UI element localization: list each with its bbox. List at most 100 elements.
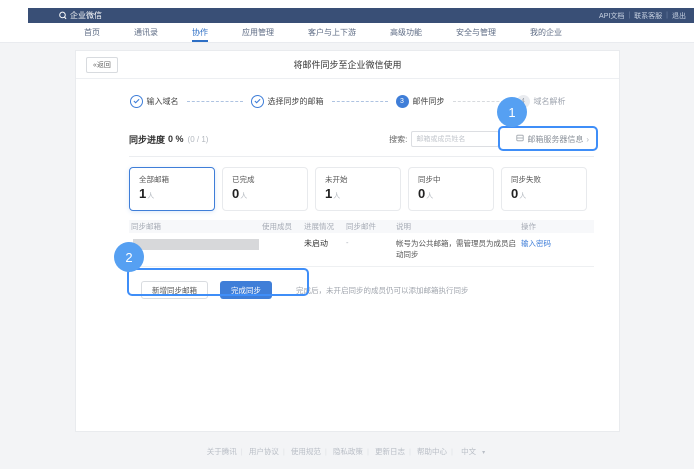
- footer-link-privacy-policy[interactable]: 隐私政策: [333, 447, 363, 456]
- member-cell: [262, 238, 304, 260]
- col-header-member: 使用成员: [262, 221, 304, 232]
- logout-link[interactable]: 退出: [672, 11, 686, 21]
- mail-server-info-link[interactable]: 邮箱服务器信息 ›: [511, 130, 594, 149]
- step-connector: [453, 101, 509, 102]
- mailbox-table: 同步邮箱 使用成员 进展情况 同步邮件 说明 操作 未启动 - 帐号为公共邮箱，…: [129, 220, 594, 267]
- stat-label: 已完成: [232, 174, 307, 185]
- content-card: «返回 将邮件同步至企业微信使用 输入域名 选择同步的邮箱 3 邮件同步: [75, 50, 620, 432]
- stat-value: 0: [418, 186, 425, 201]
- footer: 关于腾讯| 用户协议| 使用规范| 隐私政策| 更新日志| 帮助中心| 中文 ▾: [0, 446, 694, 457]
- table-header-row: 同步邮箱 使用成员 进展情况 同步邮件 说明 操作: [129, 220, 594, 233]
- stat-value: 0: [232, 186, 239, 201]
- stat-unit: 人: [240, 193, 247, 200]
- chevron-right-icon: ›: [586, 135, 589, 144]
- check-circle-icon: [251, 95, 264, 108]
- stat-card-syncing[interactable]: 同步中 0人: [408, 167, 494, 211]
- col-header-status: 进展情况: [304, 221, 346, 232]
- stat-label: 同步中: [418, 174, 493, 185]
- step-domain-resolution: 4 域名解析: [517, 95, 566, 108]
- footer-link-about[interactable]: 关于腾讯: [207, 447, 237, 456]
- api-docs-link[interactable]: API文档: [599, 11, 624, 21]
- chevron-down-icon: ▾: [482, 450, 485, 456]
- tab-security-management[interactable]: 安全与管理: [456, 23, 496, 42]
- actions-hint-text: 完成后，未开启同步的成员仍可以添加邮箱执行同步: [296, 285, 469, 296]
- stat-value: 0: [511, 186, 518, 201]
- sync-progress-label: 同步进度: [129, 133, 165, 146]
- step-wizard: 输入域名 选择同步的邮箱 3 邮件同步 4 域名解析: [76, 79, 619, 123]
- stat-label: 全部邮箱: [139, 174, 214, 185]
- step-select-mailbox: 选择同步的邮箱: [251, 95, 324, 108]
- language-selector[interactable]: 中文 ▾: [459, 447, 487, 456]
- stat-card-all-mailboxes[interactable]: 全部邮箱 1人: [129, 167, 215, 211]
- synced-mail-cell: -: [346, 238, 396, 260]
- stat-card-completed[interactable]: 已完成 0人: [222, 167, 308, 211]
- tab-collaboration[interactable]: 协作: [192, 23, 208, 42]
- note-cell: 帐号为公共邮箱，需管理员为成员启动同步: [396, 238, 521, 260]
- card-header: «返回 将邮件同步至企业微信使用: [76, 51, 619, 79]
- topbar-links: API文档 | 联系客服 | 退出: [599, 11, 686, 21]
- stat-label: 同步失败: [511, 174, 586, 185]
- step-number-icon: 4: [517, 95, 530, 108]
- sync-progress-percent: 0 %: [168, 134, 184, 144]
- table-row: 未启动 - 帐号为公共邮箱，需管理员为成员启动同步 输入密码: [129, 233, 594, 267]
- page: 企业微信 API文档 | 联系客服 | 退出 首页 通讯录 协作 应用管理 客户…: [0, 0, 694, 469]
- mail-server-info-label: 邮箱服务器信息: [527, 134, 583, 145]
- actions-row: 新增同步邮箱 完成同步 完成后，未开启同步的成员仍可以添加邮箱执行同步: [129, 281, 594, 299]
- col-header-action: 操作: [521, 221, 594, 232]
- search-label: 搜索:: [389, 134, 407, 145]
- stat-unit: 人: [519, 193, 526, 200]
- wework-logo-icon: [58, 11, 67, 20]
- col-header-sync-mailbox: 同步邮箱: [129, 221, 262, 232]
- mail-server-icon: [516, 134, 524, 144]
- footer-link-usage-rules[interactable]: 使用规范: [291, 447, 321, 456]
- search-input[interactable]: [411, 131, 499, 147]
- stat-unit: 人: [426, 193, 433, 200]
- mailbox-redacted-block: [133, 239, 259, 250]
- main-nav: 首页 通讯录 协作 应用管理 客户与上下游 高级功能 安全与管理 我的企业: [0, 23, 694, 43]
- footer-link-help-center[interactable]: 帮助中心: [417, 447, 447, 456]
- tab-advanced-features[interactable]: 高级功能: [390, 23, 422, 42]
- add-sync-mailbox-button[interactable]: 新增同步邮箱: [141, 281, 208, 299]
- contact-support-link[interactable]: 联系客服: [634, 11, 662, 21]
- step-label: 输入域名: [147, 96, 179, 107]
- wework-logo-text: 企业微信: [70, 10, 102, 21]
- footer-link-changelog[interactable]: 更新日志: [375, 447, 405, 456]
- stat-value: 1: [139, 186, 146, 201]
- step-mail-sync: 3 邮件同步: [396, 95, 445, 108]
- check-circle-icon: [130, 95, 143, 108]
- divider: |: [628, 12, 630, 19]
- step-label: 域名解析: [534, 96, 566, 107]
- col-header-note: 说明: [396, 221, 521, 232]
- step-number-icon: 3: [396, 95, 409, 108]
- stat-label: 未开始: [325, 174, 400, 185]
- wework-logo[interactable]: 企业微信: [58, 10, 102, 21]
- progress-row: 同步进度 0 % (0 / 1) 搜索: 邮箱服务器信息 ›: [129, 127, 594, 151]
- tab-my-enterprise[interactable]: 我的企业: [530, 23, 562, 42]
- step-label: 选择同步的邮箱: [268, 96, 324, 107]
- topbar: 企业微信 API文档 | 联系客服 | 退出: [28, 8, 694, 23]
- step-enter-domain: 输入域名: [130, 95, 179, 108]
- page-title: 将邮件同步至企业微信使用: [293, 58, 401, 71]
- stat-card-not-started[interactable]: 未开始 1人: [315, 167, 401, 211]
- stat-unit: 人: [333, 193, 340, 200]
- col-header-synced-mail: 同步邮件: [346, 221, 396, 232]
- sync-progress-count: (0 / 1): [188, 135, 209, 144]
- step-connector: [187, 101, 243, 102]
- step-connector: [332, 101, 388, 102]
- stat-unit: 人: [147, 193, 154, 200]
- stat-value: 1: [325, 186, 332, 201]
- tab-contacts[interactable]: 通讯录: [134, 23, 158, 42]
- tab-customers-upstream[interactable]: 客户与上下游: [308, 23, 356, 42]
- footer-link-user-agreement[interactable]: 用户协议: [249, 447, 279, 456]
- status-cell: 未启动: [304, 238, 346, 260]
- step-label: 邮件同步: [413, 96, 445, 107]
- finish-sync-button[interactable]: 完成同步: [220, 281, 272, 299]
- back-button[interactable]: «返回: [86, 57, 118, 73]
- divider: [129, 156, 594, 157]
- tab-app-management[interactable]: 应用管理: [242, 23, 274, 42]
- enter-password-link[interactable]: 输入密码: [521, 239, 551, 248]
- divider: |: [666, 12, 668, 19]
- stats-row: 全部邮箱 1人 已完成 0人 未开始 1人 同步中 0人 同步失败 0人: [129, 167, 594, 211]
- tab-home[interactable]: 首页: [84, 23, 100, 42]
- stat-card-sync-failed[interactable]: 同步失败 0人: [501, 167, 587, 211]
